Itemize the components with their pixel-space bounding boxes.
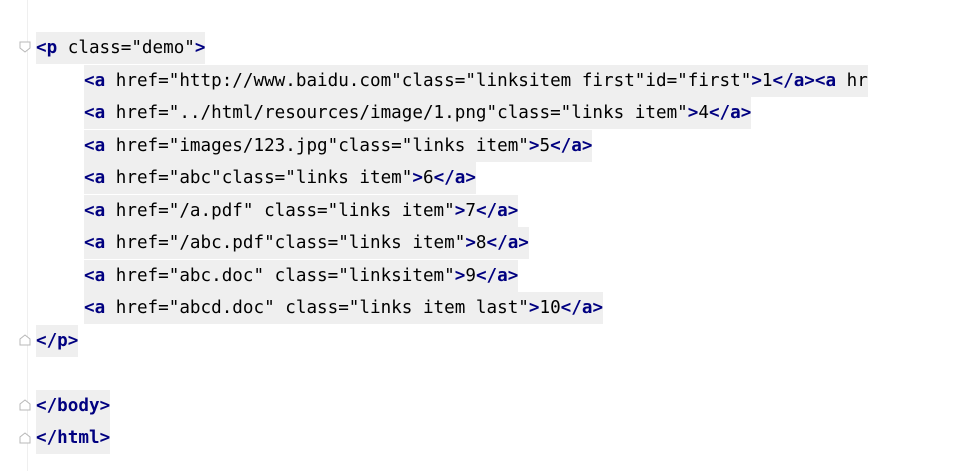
code-line-1: <p class="demo"> <box>36 32 206 64</box>
code-line-12: </body> <box>36 390 111 422</box>
code-line-4: <a href="images/123.jpg"class="links ite… <box>84 130 593 162</box>
code-line-8: <a href="abc.doc" class="linksitem">9</a… <box>84 260 519 292</box>
code-line-10: </p> <box>36 325 79 357</box>
code-line-2: <a href="http://www.baidu.com"class="lin… <box>84 65 868 97</box>
code-line-3: <a href="../html/resources/image/1.png"c… <box>84 97 752 129</box>
code-line-7: <a href="/abc.pdf"class="links item">8</… <box>84 227 529 259</box>
code-editor[interactable]: <p class="demo"> <a href="http://www.bai… <box>28 0 968 471</box>
code-line-13: </html> <box>36 422 111 454</box>
code-line-5: <a href="abc"class="links item">6</a> <box>84 162 476 194</box>
code-line-9: <a href="abcd.doc" class="links item las… <box>84 292 604 324</box>
code-line-6: <a href="/a.pdf" class="links item">7</a… <box>84 195 519 227</box>
